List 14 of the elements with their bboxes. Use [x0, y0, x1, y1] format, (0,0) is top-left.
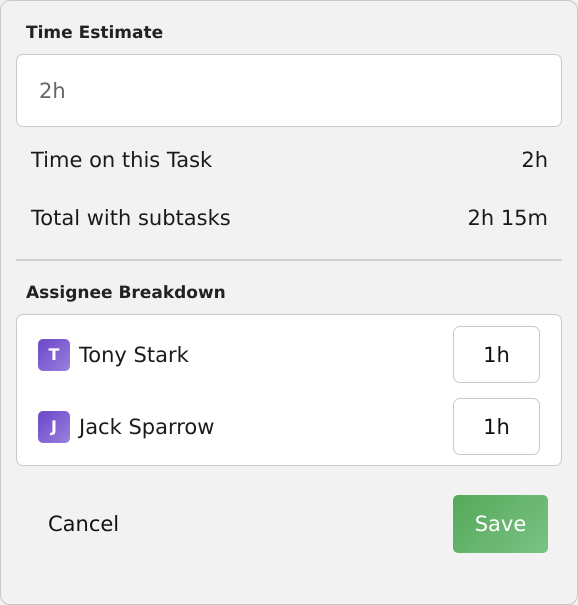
assignee-name: Jack Sparrow	[79, 414, 214, 438]
assignee-name: Tony Stark	[79, 342, 189, 366]
avatar-badge: T	[38, 338, 70, 370]
hours-field[interactable]: 1h	[453, 398, 540, 455]
summary-value: 2h 15m	[467, 206, 548, 230]
cancel-button[interactable]: Cancel	[34, 504, 134, 544]
time-estimate-field[interactable]: 2h	[16, 54, 562, 127]
summary-value: 2h	[521, 148, 548, 172]
hours-field[interactable]: 1h	[453, 326, 540, 383]
avatar-badge: J	[38, 410, 70, 442]
section-title: Time Estimate	[25, 23, 164, 43]
summary-label: Total with subtasks	[31, 206, 231, 230]
summary-label: Time on this Task	[31, 148, 212, 172]
section-title: Assignee Breakdown	[25, 283, 227, 303]
